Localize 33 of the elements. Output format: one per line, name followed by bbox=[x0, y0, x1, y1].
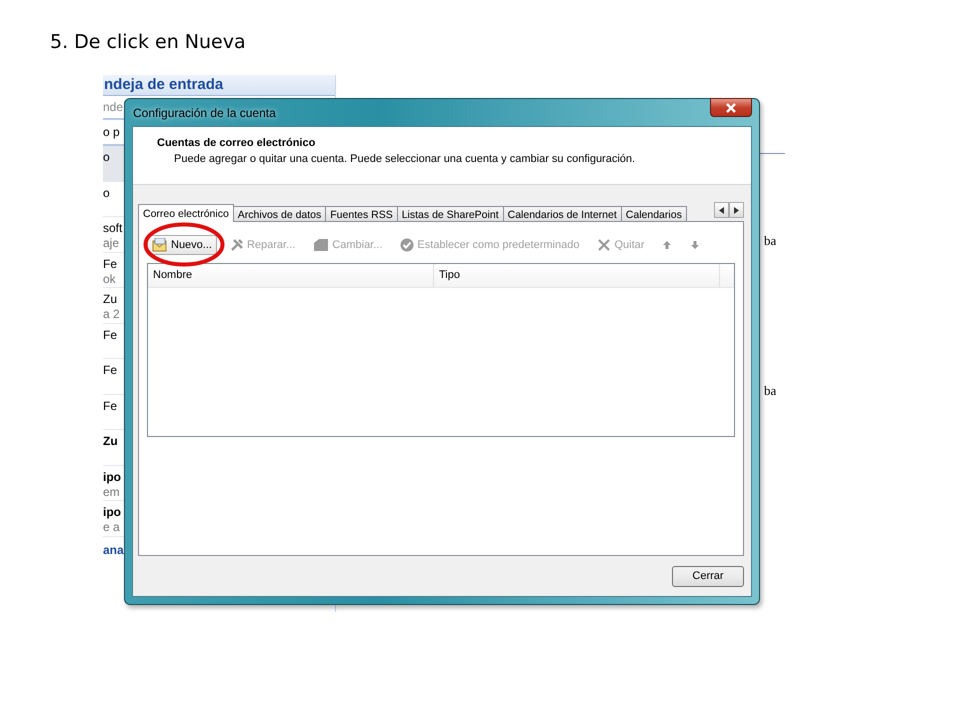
section-heading: Cuentas de correo electrónico bbox=[157, 137, 316, 149]
slide-title: 5. De click en Nueva bbox=[50, 31, 246, 53]
close-button[interactable] bbox=[710, 98, 752, 117]
tab[interactable]: Correo electrónico bbox=[138, 204, 234, 222]
up-arrow-icon bbox=[662, 240, 672, 250]
scroll-right-button[interactable] bbox=[729, 202, 744, 218]
check-circle-icon bbox=[400, 238, 414, 252]
close-icon bbox=[725, 102, 737, 112]
text-fragment: ba bbox=[764, 233, 776, 249]
close-dialog-button[interactable]: Cerrar bbox=[672, 566, 744, 586]
down-arrow-icon bbox=[690, 240, 700, 250]
scroll-left-button[interactable] bbox=[714, 202, 729, 218]
tab[interactable]: Archivos de datos bbox=[232, 206, 326, 221]
text-fragment: ba bbox=[764, 383, 776, 399]
folder-header: ndeja de entrada bbox=[103, 75, 335, 96]
tab[interactable]: Calendarios de Internet bbox=[502, 206, 622, 221]
tab[interactable]: Fuentes RSS bbox=[325, 206, 398, 221]
tab[interactable]: Calendarios bbox=[620, 206, 687, 221]
tab[interactable]: Listas de SharePoint bbox=[396, 206, 504, 221]
new-button[interactable]: Nuevo... bbox=[147, 235, 217, 255]
envelope-icon bbox=[152, 238, 168, 252]
tools-icon bbox=[230, 238, 244, 252]
window-title: Configuración de la cuenta bbox=[132, 106, 276, 120]
left-arrow-icon bbox=[719, 206, 724, 214]
column-header[interactable]: Tipo bbox=[434, 264, 720, 287]
column-header[interactable]: Nombre bbox=[148, 264, 434, 287]
search-text: nde bbox=[103, 100, 124, 114]
filter-text: o p bbox=[103, 125, 120, 139]
right-arrow-icon bbox=[734, 206, 739, 214]
section-description: Puede agregar o quitar una cuenta. Puede seleccionar una cuenta y cambiar su configuración. bbox=[173, 153, 636, 165]
footer-text: ana bbox=[103, 542, 124, 556]
x-icon bbox=[597, 238, 612, 252]
card-icon bbox=[313, 238, 330, 252]
